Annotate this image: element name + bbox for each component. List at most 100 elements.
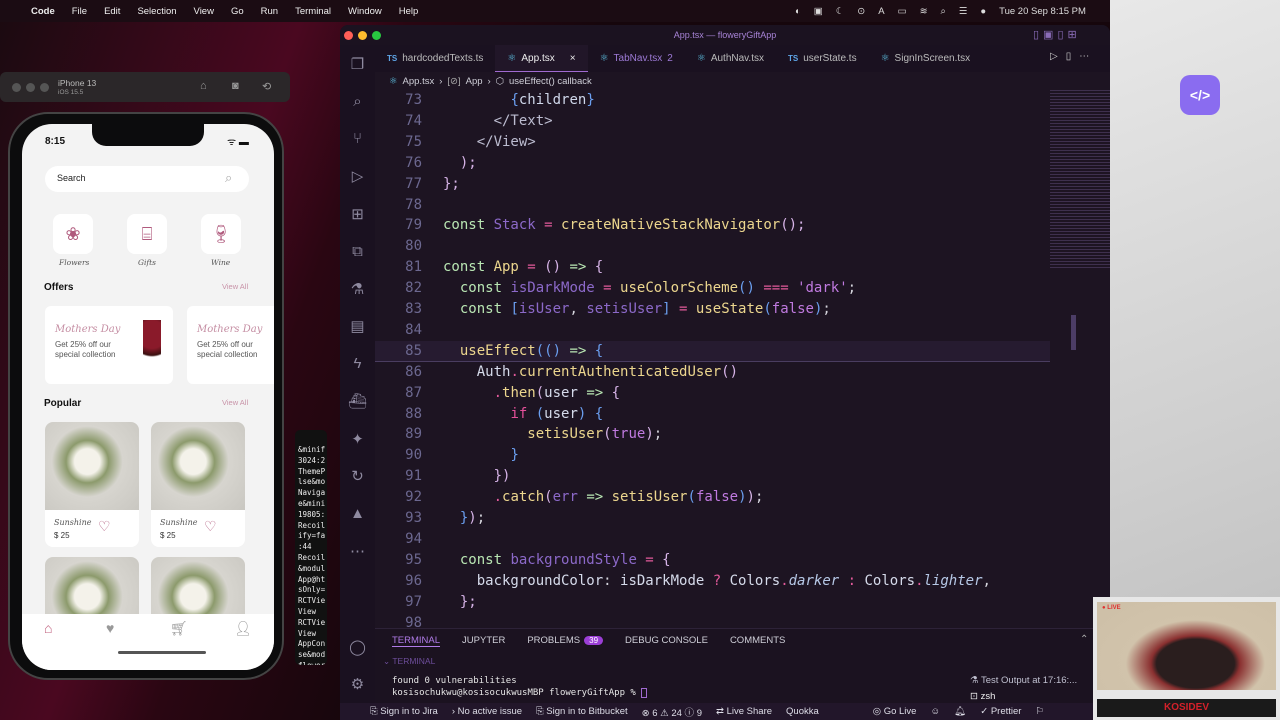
offer-card[interactable]: Mothers Day Get 25% off our special coll… [45,306,173,384]
offer-card[interactable]: Mothers Day Get 25% off our special coll… [187,306,274,384]
menu-help[interactable]: Help [399,6,419,17]
category-gifts[interactable]: ⌸ [127,214,167,254]
menu-view[interactable]: View [194,6,214,17]
menu-file[interactable]: File [72,6,87,17]
home-icon[interactable]: ⌂ [200,80,207,92]
code-token: ) { [577,405,604,422]
thunder-client-icon[interactable]: ϟ [340,345,375,383]
moon-icon[interactable]: ☾ [836,6,845,17]
clock[interactable]: Tue 20 Sep 8:15 PM [999,6,1086,17]
editor-actions[interactable]: ▷▯⋯ [1050,51,1097,62]
run-debug-icon[interactable]: ▷ [340,158,375,196]
cart-tab-icon[interactable]: 🛒︎ [170,620,188,637]
tab-problems[interactable]: PROBLEMS 39 [527,635,604,647]
wifi-icon[interactable]: ≋ [920,6,928,17]
notifications-bell-icon[interactable]: 🔔︎ [954,706,966,717]
screenshot-icon[interactable]: ◙ [232,80,239,92]
heart-icon[interactable]: ♡ [98,518,111,535]
source-control-icon[interactable]: ⑂ [340,120,375,158]
close-button[interactable] [344,31,353,40]
jira-icon[interactable]: ✦ [340,420,375,458]
extensions-icon[interactable]: ⊞ [340,195,375,233]
docker-icon[interactable]: ⛴ [340,383,375,421]
keyboard-input-icon[interactable]: A [878,6,884,17]
go-live-status[interactable]: ◎ Go Live [873,706,917,717]
offer-text: Get 25% off our special collection [55,340,116,359]
menu-terminal[interactable]: Terminal [295,6,331,17]
active-issue-status[interactable]: › No active issue [452,706,522,717]
siri-icon[interactable]: ● [980,6,986,17]
category-wine[interactable]: 🍷︎ [201,214,241,254]
tab-authnav-tsx[interactable]: ⚛ AuthNav.tsx [685,45,776,72]
menu-selection[interactable]: Selection [137,6,176,17]
prettier-status[interactable]: ✓ Prettier [980,706,1021,717]
tab-jupyter[interactable]: JUPYTER [462,635,505,647]
account-icon[interactable]: ◯ [340,628,375,666]
gitlens-icon[interactable]: ▲ [340,495,375,533]
zoom-button[interactable] [40,83,49,92]
tab-tabnav-tsx[interactable]: ⚛ TabNav.tsx 2 [588,45,685,72]
settings-gear-icon[interactable]: ⚙ [340,666,375,704]
camera-icon[interactable]: ▣ [814,6,823,17]
product-card[interactable]: Sunshine $ 25 ♡ [151,422,245,547]
tab-hardcodedtexts-ts[interactable]: TS hardcodedTexts.ts [375,45,495,72]
tab-userstate-ts[interactable]: TS userState.ts [776,45,869,72]
control-center-icon[interactable]: ☰ [959,6,968,17]
minimap[interactable] [1050,90,1110,270]
feedback-icon[interactable]: ⚐ [1035,706,1044,717]
product-card[interactable]: Sunshine $ 25 ♡ [45,422,139,547]
tab-app-tsx[interactable]: ⚛ App.tsx × [495,45,588,72]
menu-app[interactable]: Code [31,6,55,17]
copilot-icon[interactable]: ☺ [930,706,940,717]
testing-icon[interactable]: ⚗ [340,270,375,308]
tab-debug-console[interactable]: DEBUG CONSOLE [625,635,708,647]
live-share-icon[interactable]: ↻ [340,458,375,496]
rotate-icon[interactable]: ⟲ [262,80,271,93]
terminal-output[interactable]: found 0 vulnerabilities kosisochukwu@kos… [392,675,648,699]
tab-comments[interactable]: COMMENTS [730,635,785,647]
close-button[interactable] [12,83,21,92]
jira-status[interactable]: ⎘ Sign in to Jira [370,706,438,717]
maximize-panel-icon[interactable]: ⌃ [1080,634,1088,645]
layout-toggle-icons[interactable]: ▯▣▯⊞ [1033,28,1081,41]
tab-terminal[interactable]: TERMINAL [392,635,441,647]
home-tab-icon[interactable]: ⌂ [44,620,52,636]
more-icon[interactable]: ⋯ [340,533,375,571]
category-flowers[interactable]: ❀ [53,214,93,254]
explorer-icon[interactable]: ❐ [340,45,375,83]
menu-go[interactable]: Go [231,6,244,17]
terminal-test-output[interactable]: ⚗ Test Output at 17:16:... [970,673,1077,689]
maximize-button[interactable] [372,31,381,40]
minimize-button[interactable] [358,31,367,40]
remote-explorer-icon[interactable]: ⧉ [340,233,375,271]
menu-run[interactable]: Run [261,6,278,17]
problems-status[interactable]: ⊗ 6 ⚠ 24 ⓘ 9 [642,705,702,719]
breadcrumb-callback[interactable]: useEffect() callback [509,76,592,87]
bitbucket-status[interactable]: ⎘ Sign in to Bitbucket [536,706,628,717]
editor-scrollbar[interactable] [1071,315,1076,350]
close-tab-icon[interactable]: × [570,53,576,64]
bookmark-icon[interactable]: ▤ [340,308,375,346]
heart-icon[interactable]: ♡ [204,518,217,535]
menu-window[interactable]: Window [348,6,382,17]
offers-view-all-link[interactable]: View All [222,282,248,291]
search-icon[interactable]: ⌕ [941,6,946,17]
search-input[interactable]: Search ⌕ [45,166,249,192]
code-editor[interactable]: 73 {children} 74 </Text> 75 </View> 76 ); 77… [375,90,1110,628]
quokka-status[interactable]: Quokka [786,706,819,717]
screen-record-icon[interactable]: ◐ [795,6,801,17]
code-text: </Text> [443,111,553,132]
live-share-status[interactable]: ⇄ Live Share [716,706,772,717]
minimize-button[interactable] [26,83,35,92]
popular-view-all-link[interactable]: View All [222,398,248,407]
terminal-section-header[interactable]: ⌄ TERMINAL [383,656,435,667]
tab-signinscreen-tsx[interactable]: ⚛ SignInScreen.tsx [869,45,983,72]
menu-edit[interactable]: Edit [104,6,120,17]
search-icon[interactable]: ⌕ [340,83,375,121]
profile-tab-icon[interactable]: 👤︎ [234,620,252,637]
play-icon[interactable]: ⊙ [857,6,865,17]
breadcrumb-symbol[interactable]: App [466,76,483,87]
battery-icon[interactable]: ▭ [898,6,907,17]
favorites-tab-icon[interactable]: ♥ [106,620,114,636]
breadcrumb-file[interactable]: App.tsx [403,76,435,87]
